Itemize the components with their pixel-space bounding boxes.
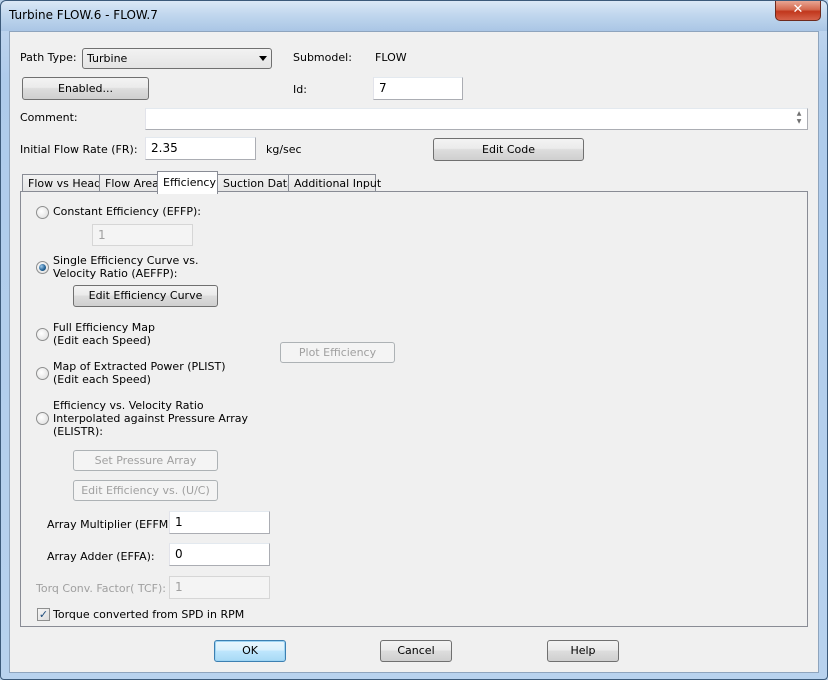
submodel-label: Submodel:: [293, 51, 352, 64]
window-title: Turbine FLOW.6 - FLOW.7: [9, 8, 158, 22]
radio-single-efficiency-curve[interactable]: [36, 261, 49, 274]
chevron-down-icon: [259, 56, 267, 61]
radio-constant-efficiency[interactable]: [36, 206, 49, 219]
dialog-client: Path Type: Turbine Submodel: FLOW Enable…: [9, 31, 819, 673]
edit-code-button[interactable]: Edit Code: [433, 138, 584, 161]
comment-label: Comment:: [20, 111, 78, 124]
close-icon: ✕: [792, 2, 804, 17]
elistr-label-line2: Interpolated against Pressure Array: [53, 412, 249, 425]
single-curve-label-line2: Velocity Ratio (AEFFP):: [53, 267, 178, 280]
title-bar: Turbine FLOW.6 - FLOW.7 ✕: [1, 1, 827, 31]
array-adder-label: Array Adder (EFFA):: [47, 550, 155, 563]
path-type-label: Path Type:: [20, 51, 77, 64]
flow-rate-label: Initial Flow Rate (FR):: [20, 143, 138, 156]
elistr-label-line3: (ELISTR):: [53, 425, 103, 438]
array-adder-input[interactable]: 0: [169, 543, 270, 566]
array-multiplier-label: Array Multiplier (EFFM):: [47, 518, 177, 531]
submodel-value: FLOW: [375, 51, 407, 64]
extracted-power-label-line2: (Edit each Speed): [53, 373, 151, 386]
torque-factor-label: Torq Conv. Factor( TCF):: [36, 582, 166, 595]
id-input[interactable]: 7: [373, 77, 463, 100]
path-type-select[interactable]: Turbine: [82, 48, 272, 69]
single-curve-label-line1: Single Efficiency Curve vs.: [53, 254, 199, 267]
cancel-button[interactable]: Cancel: [380, 640, 452, 662]
ok-button[interactable]: OK: [214, 640, 286, 662]
edit-efficiency-uc-button[interactable]: Edit Efficiency vs. (U/C): [73, 480, 218, 501]
checkmark-icon: ✓: [38, 608, 49, 621]
set-pressure-array-button[interactable]: Set Pressure Array: [73, 450, 218, 471]
flow-rate-input[interactable]: 2.35: [145, 137, 256, 160]
radio-efficiency-vs-velocity-ratio[interactable]: [36, 412, 49, 425]
help-button[interactable]: Help: [547, 640, 619, 662]
torque-rpm-checkbox[interactable]: ✓: [37, 608, 50, 621]
constant-efficiency-label: Constant Efficiency (EFFP):: [53, 205, 201, 218]
torque-rpm-label: Torque converted from SPD in RPM: [53, 608, 245, 621]
full-map-label-line2: (Edit each Speed): [53, 334, 151, 347]
array-multiplier-input[interactable]: 1: [169, 511, 270, 534]
constant-efficiency-input[interactable]: 1: [92, 224, 193, 246]
path-type-value: Turbine: [87, 52, 128, 65]
radio-map-extracted-power[interactable]: [36, 367, 49, 380]
tab-efficiency[interactable]: Efficiency: [157, 171, 218, 194]
torque-factor-input[interactable]: 1: [169, 576, 270, 599]
comment-input[interactable]: ▲ ▼: [145, 108, 808, 130]
extracted-power-label-line1: Map of Extracted Power (PLIST): [53, 360, 226, 373]
flow-rate-unit: kg/sec: [266, 143, 302, 156]
full-map-label-line1: Full Efficiency Map: [53, 321, 156, 334]
plot-efficiency-button[interactable]: Plot Efficiency: [280, 342, 395, 363]
id-label: Id:: [293, 83, 307, 96]
enabled-button[interactable]: Enabled...: [22, 77, 149, 100]
dialog-window: Turbine FLOW.6 - FLOW.7 ✕ Path Type: Tur…: [0, 0, 828, 680]
elistr-label-line1: Efficiency vs. Velocity Ratio: [53, 399, 204, 412]
radio-full-efficiency-map[interactable]: [36, 328, 49, 341]
edit-efficiency-curve-button[interactable]: Edit Efficiency Curve: [73, 285, 218, 307]
comment-scrollbar[interactable]: ▲ ▼: [792, 110, 806, 128]
close-button[interactable]: ✕: [775, 1, 821, 21]
efficiency-tab-panel: Constant Efficiency (EFFP): 1 Single Eff…: [20, 191, 808, 627]
